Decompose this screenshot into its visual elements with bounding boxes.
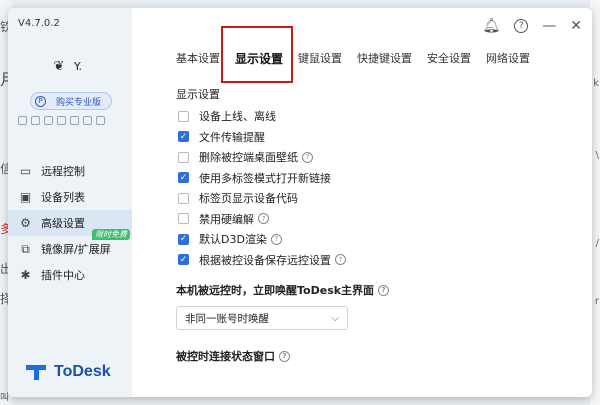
display-option[interactable]: 禁用硬编解? — [176, 209, 389, 230]
display-option[interactable]: 设备上线、离线 — [176, 106, 389, 127]
sidebar-item-label: 设备列表 — [41, 191, 85, 204]
sidebar-nav: ▭ 远程控制 ▣ 设备列表 ⚙ 高级设置 限时免费 ⧉ 镜像屏/扩展屏 ✱ 插件… — [8, 158, 132, 288]
quick-icon[interactable] — [31, 116, 40, 125]
window-controls: 🔔︎ ? — ✕ — [482, 18, 582, 34]
sidebar-item-label: 高级设置 — [41, 217, 85, 230]
option-label: 默认D3D渲染 — [199, 233, 267, 247]
plugin-icon: ✱ — [20, 268, 31, 282]
tab-network-settings[interactable]: 网络设置 — [486, 50, 530, 67]
status-window-label: 被控时连接状态窗口 — [176, 350, 275, 363]
display-option[interactable]: ✓ 根据被控设备保存远控设置? — [176, 250, 389, 271]
quick-icon[interactable] — [96, 116, 105, 125]
display-option[interactable]: ✓ 使用多标签模式打开新链接 — [176, 168, 389, 189]
tab-basic-settings[interactable]: 基本设置 — [176, 50, 220, 67]
checkbox[interactable]: ✓ — [178, 233, 189, 245]
display-option[interactable]: 删除被控端桌面壁纸? — [176, 147, 389, 168]
todesk-logo-icon — [26, 363, 48, 381]
checkbox[interactable]: ✓ — [178, 131, 189, 143]
quick-icon[interactable] — [83, 116, 92, 125]
user-name: Y. — [74, 60, 82, 73]
checkbox[interactable] — [178, 110, 189, 122]
display-option[interactable]: 标签页显示设备代码 — [176, 188, 389, 209]
buy-pro-label: 购买专业版 — [56, 97, 102, 108]
quick-icon[interactable] — [44, 116, 53, 125]
tab-shortcut-settings[interactable]: 快捷键设置 — [357, 50, 412, 67]
background-glyph: \ — [595, 150, 599, 161]
todesk-logo: ToDesk — [26, 363, 111, 381]
wake-mode-value: 非同一账号时唤醒 — [185, 312, 269, 325]
sidebar-item-remote-control[interactable]: ▭ 远程控制 — [8, 158, 132, 184]
background-glyph: k — [593, 78, 599, 89]
option-label: 根据被控设备保存远控设置 — [199, 253, 331, 267]
section-title: 显示设置 — [176, 88, 220, 101]
tab-keyboard-mouse-settings[interactable]: 键鼠设置 — [298, 50, 342, 67]
sidebar-item-label: 远程控制 — [41, 165, 85, 178]
background-glyph: / — [595, 238, 599, 249]
option-label: 文件传输提醒 — [199, 130, 265, 144]
limited-free-badge: 限时免费 — [92, 229, 130, 240]
sidebar-item-label: 插件中心 — [41, 269, 85, 282]
checkbox[interactable] — [178, 151, 189, 163]
help-icon[interactable]: ? — [514, 19, 529, 33]
close-icon[interactable]: ✕ — [570, 18, 582, 34]
display-option[interactable]: ✓ 默认D3D渲染? — [176, 229, 389, 250]
settings-window: V4.7.0.2 ❦ Y. P 购买专业版 ▭ 远程控制 ▣ 设备列表 ⚙ 高级… — [8, 8, 592, 397]
wake-mode-select[interactable]: 非同一账号时唤醒 ⌵ — [176, 306, 348, 330]
sidebar-item-device-list[interactable]: ▣ 设备列表 — [8, 184, 132, 210]
pro-badge-icon: P — [35, 95, 46, 107]
help-icon[interactable]: ? — [270, 233, 282, 245]
display-options-list: 设备上线、离线 ✓ 文件传输提醒删除被控端桌面壁纸? ✓ 使用多标签模式打开新链接 标签页… — [176, 106, 389, 270]
background-glyph: r — [594, 296, 599, 307]
wake-setting-label: 本机被远控时，立即唤醒ToDesk主界面 — [176, 284, 375, 297]
help-icon[interactable]: ? — [302, 151, 313, 163]
quick-icons-row — [18, 116, 105, 125]
minimize-icon[interactable]: — — [542, 18, 556, 34]
help-icon[interactable]: ? — [279, 350, 290, 362]
option-label: 禁用硬编解 — [199, 212, 254, 226]
tab-security-settings[interactable]: 安全设置 — [427, 50, 471, 67]
bell-icon[interactable]: 🔔︎ — [482, 18, 500, 34]
display-settings-panel: 显示设置 设备上线、离线 ✓ 文件传输提醒删除被控端桌面壁纸? ✓ 使用多标签模式打开新… — [176, 86, 390, 364]
chevron-down-icon: ⌵ — [331, 312, 339, 324]
checkbox[interactable]: ✓ — [178, 172, 189, 184]
mirror-screen-icon: ⧉ — [21, 241, 30, 256]
status-window-title: 被控时连接状态窗口 ? — [176, 348, 389, 364]
help-icon[interactable]: ? — [378, 284, 390, 296]
tab-highlight-box — [221, 26, 293, 83]
help-icon[interactable]: ? — [335, 254, 346, 266]
wake-setting-title: 本机被远控时，立即唤醒ToDesk主界面 ? — [176, 282, 390, 298]
logo-text: ToDesk — [54, 363, 111, 380]
option-label: 标签页显示设备代码 — [199, 192, 298, 206]
version-label: V4.7.0.2 — [18, 18, 60, 29]
display-option[interactable]: ✓ 文件传输提醒 — [176, 127, 389, 148]
settings-icon: ⚙ — [20, 216, 31, 230]
quick-icon[interactable] — [57, 116, 66, 125]
buy-pro-button[interactable]: P 购买专业版 — [30, 92, 112, 110]
checkbox[interactable] — [178, 192, 189, 204]
sidebar-item-plugin-center[interactable]: ✱ 插件中心 — [8, 262, 132, 288]
help-icon[interactable]: ? — [258, 213, 269, 225]
option-label: 删除被控端桌面壁纸 — [199, 151, 298, 165]
checkbox[interactable]: ✓ — [178, 254, 189, 266]
option-label: 使用多标签模式打开新链接 — [199, 171, 331, 185]
sidebar-item-label: 镜像屏/扩展屏 — [41, 243, 111, 256]
quick-icon[interactable] — [70, 116, 79, 125]
avatar[interactable]: ❦ — [50, 57, 68, 75]
sidebar: V4.7.0.2 ❦ Y. P 购买专业版 ▭ 远程控制 ▣ 设备列表 ⚙ 高级… — [8, 8, 132, 397]
option-label: 设备上线、离线 — [199, 110, 276, 124]
sidebar-item-mirror-screen[interactable]: 限时免费 ⧉ 镜像屏/扩展屏 — [8, 229, 132, 262]
monitor-icon: ▭ — [19, 164, 32, 178]
quick-icon[interactable] — [18, 116, 27, 125]
device-list-icon: ▣ — [19, 190, 32, 204]
checkbox[interactable] — [178, 213, 189, 225]
